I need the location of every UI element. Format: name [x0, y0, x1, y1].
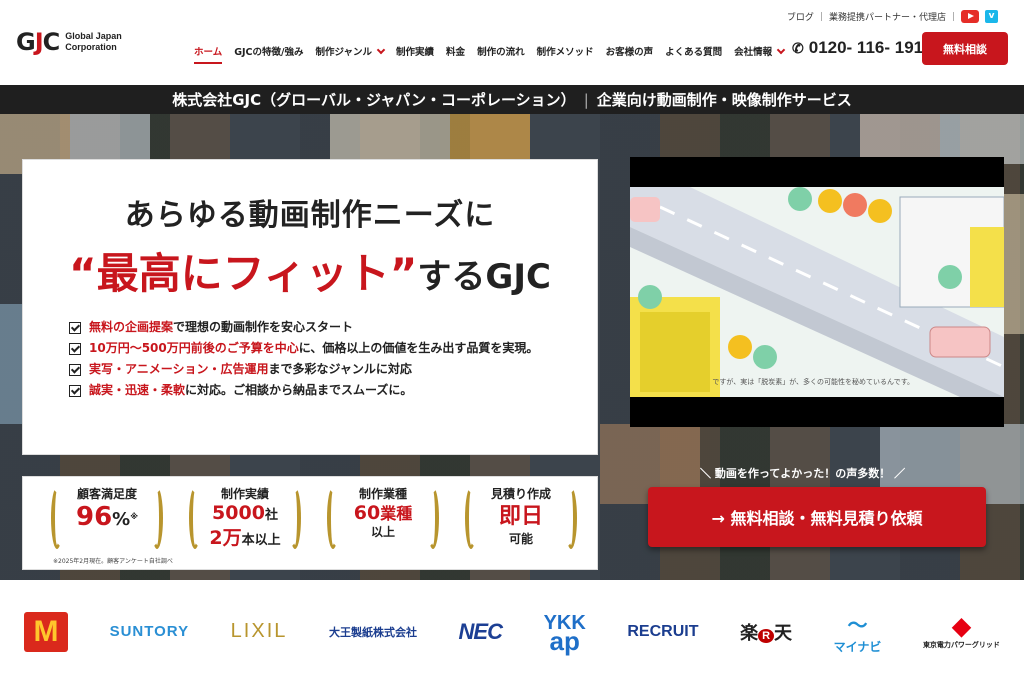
nav-faq[interactable]: よくある質問	[665, 44, 722, 64]
mcdonalds-logo: M	[24, 611, 68, 652]
phone-number[interactable]: ✆ 0120- 116- 191	[792, 38, 923, 58]
headline-line2: “最高にフィット”するGJC	[69, 249, 551, 298]
checklist-item: 10万円〜500万円前後のご予算を中心に、価格以上の価値を生み出す品質を実現。	[69, 341, 579, 356]
company-name: 株式会社GJC（グローバル・ジャパン・コーポレーション）	[172, 91, 576, 109]
bg-thumbnail	[330, 114, 450, 164]
stats-box: 顧客満足度 96%※ 制作実績 5000社 2万本以上 制作業種 60業種 以上…	[22, 476, 598, 570]
consult-estimate-button[interactable]: → 無料相談・無料見積り依頼	[648, 487, 986, 547]
free-consult-button[interactable]: 無料相談	[922, 32, 1008, 65]
recruit-logo: RECRUIT	[627, 622, 699, 640]
site-header: GJC Global Japan Corporation ブログ | 業務提携パ…	[0, 0, 1024, 85]
service-name: 企業向け動画制作・映像制作サービス	[596, 91, 852, 109]
city-illustration	[630, 187, 1004, 397]
youtube-icon[interactable]	[961, 10, 979, 23]
checkbox-icon	[69, 343, 81, 355]
checklist-item: 無料の企画提案で理想の動画制作を安心スタート	[69, 320, 579, 335]
laurel-icon	[465, 487, 477, 549]
phone-icon: ✆	[792, 39, 804, 56]
ykkap-logo: YKK ap	[543, 611, 586, 656]
rakuten-logo: 楽R天	[740, 622, 793, 643]
lixil-logo: LIXIL	[230, 620, 288, 642]
stat-satisfaction: 顧客満足度 96%※	[47, 483, 167, 563]
checkbox-icon	[69, 385, 81, 397]
nec-logo: NEC	[458, 618, 503, 644]
laurel-icon	[327, 487, 339, 549]
tepco-logo: ◆ 東京電力パワーグリッド	[922, 612, 1000, 649]
client-logos: M SUNTORY LIXIL 大王製紙株式会社 NEC YKK ap RECRU…	[0, 580, 1024, 683]
daio-logo: 大王製紙株式会社	[328, 626, 417, 639]
bg-thumbnail	[1004, 194, 1024, 334]
nav-method[interactable]: 制作メソッド	[537, 44, 594, 64]
nav-flow[interactable]: 制作の流れ	[477, 44, 525, 64]
laurel-icon	[189, 487, 201, 549]
laurel-icon	[289, 487, 301, 549]
vimeo-icon[interactable]: v	[985, 10, 998, 23]
main-nav: ホーム GJCの特徴/強み 制作ジャンル 制作実績 料金 制作の流れ 制作メソッ…	[194, 44, 796, 64]
stat-footnote: ※2025年2月現在。顧客アンケート自社調べ	[53, 558, 173, 565]
video-caption: ですが、実は「脱炭素」が、多くの可能性を秘めているんです。	[712, 378, 914, 386]
blog-link[interactable]: ブログ	[787, 10, 814, 23]
chevron-down-icon	[376, 45, 386, 55]
voice-tagline: ＼ 動画を作ってよかった！の声多数！ ／	[700, 467, 906, 480]
logo-text: Global Japan Corporation	[65, 31, 122, 52]
nav-pricing[interactable]: 料金	[446, 44, 465, 64]
checkbox-icon	[69, 364, 81, 376]
checklist-item: 誠実・迅速・柔軟に対応。ご相談から納品までスムーズに。	[69, 383, 579, 398]
checkbox-icon	[69, 322, 81, 334]
laurel-icon	[51, 487, 63, 549]
partner-link[interactable]: 業務提携パートナー・代理店	[829, 10, 946, 23]
mynavi-logo: 〜マイナビ	[833, 614, 882, 654]
bg-thumbnail	[450, 114, 530, 164]
top-links: ブログ | 業務提携パートナー・代理店 | v	[787, 10, 998, 23]
feature-checklist: 無料の企画提案で理想の動画制作を安心スタート 10万円〜500万円前後のご予算を…	[69, 320, 579, 404]
hero: あらゆる動画制作ニーズに “最高にフィット”するGJC 無料の企画提案で理想の動…	[0, 114, 1024, 580]
laurel-icon	[151, 487, 163, 549]
stat-estimate: 見積り作成 即日 可能	[461, 483, 581, 563]
laurel-icon	[427, 487, 439, 549]
nav-genres[interactable]: 制作ジャンル	[316, 44, 386, 64]
stat-works: 制作実績 5000社 2万本以上	[185, 483, 305, 563]
checklist-item: 実写・アニメーション・広告運用まで多彩なジャンルに対応	[69, 362, 579, 377]
logo-mark: GJC	[16, 28, 60, 56]
bg-thumbnail	[0, 304, 22, 424]
suntory-logo: SUNTORY	[109, 623, 190, 640]
headline-line1: あらゆる動画制作ニーズに	[124, 198, 496, 233]
chevron-down-icon	[776, 45, 786, 55]
nav-features[interactable]: GJCの特徴/強み	[234, 44, 303, 64]
nav-works[interactable]: 制作実績	[396, 44, 434, 64]
stat-industries: 制作業種 60業種 以上	[323, 483, 443, 563]
nav-home[interactable]: ホーム	[194, 44, 223, 64]
video-frame: ですが、実は「脱炭素」が、多くの可能性を秘めているんです。	[630, 187, 1004, 397]
headline-box: あらゆる動画制作ニーズに “最高にフィット”するGJC 無料の企画提案で理想の動…	[22, 159, 598, 455]
nav-voices[interactable]: お客様の声	[606, 44, 654, 64]
promo-video[interactable]: ですが、実は「脱炭素」が、多くの可能性を秘めているんです。	[630, 157, 1004, 427]
nav-company[interactable]: 会社情報	[734, 44, 786, 64]
tagline-band: 株式会社GJC（グローバル・ジャパン・コーポレーション） | 企業向け動画制作・…	[0, 85, 1024, 114]
laurel-icon	[565, 487, 577, 549]
logo[interactable]: GJC Global Japan Corporation	[16, 28, 122, 56]
